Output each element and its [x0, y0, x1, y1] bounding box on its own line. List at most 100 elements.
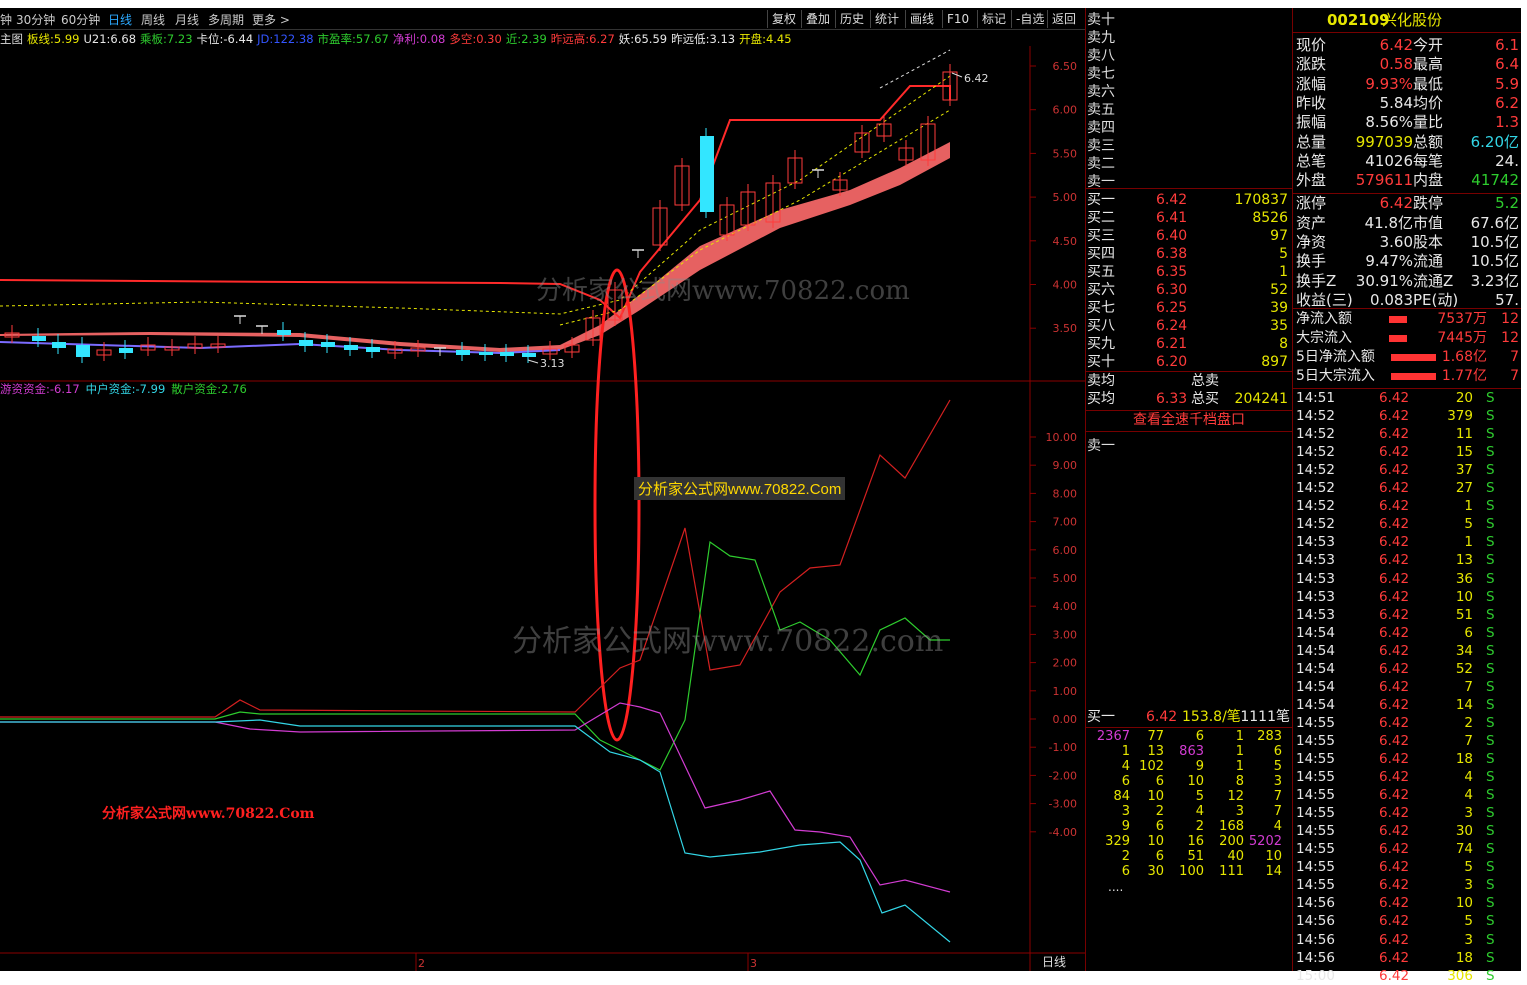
- buy-level-price: 6.38: [1156, 246, 1188, 262]
- quote-row: 涨跌 0.58 最高 6.4: [1293, 55, 1521, 73]
- quote-value: 41026: [1365, 151, 1413, 170]
- candle-down: [299, 340, 313, 346]
- tick-volume: 51: [1455, 606, 1473, 623]
- main-chart-label: 主图: [0, 32, 23, 46]
- period-tab-4[interactable]: 周线: [141, 11, 165, 28]
- queue-cell: 6: [1121, 864, 1130, 879]
- quote-row: 总量 997039 总额 6.20亿: [1293, 133, 1521, 151]
- candle-down: [344, 345, 358, 350]
- full-depth-link[interactable]: 查看全速千档盘口: [1086, 411, 1292, 429]
- tick-price: 6.42: [1379, 805, 1410, 822]
- kline-chart-svg[interactable]: 6.50 6.00 5.50 5.00 4.50 4.00 3.50 10.00 9.00 8.0…: [0, 8, 1085, 971]
- indicator-value: 57.67: [355, 32, 389, 46]
- quote-label: 涨幅: [1296, 74, 1327, 93]
- tick-side: S: [1486, 642, 1495, 659]
- period-tab-2[interactable]: 60分钟: [61, 11, 100, 28]
- chart-area[interactable]: 6.50 6.00 5.50 5.00 4.50 4.00 3.50 10.00 9.00 8.0…: [0, 8, 1085, 971]
- period-tab-1[interactable]: 30分钟: [16, 11, 55, 28]
- quote-value: 67.6亿: [1470, 213, 1519, 232]
- tick-row: 14:54 6.42 14 S: [1293, 696, 1521, 714]
- indicator-item: 乘板:7.23: [140, 32, 192, 46]
- buy-one-label: 买一: [1087, 709, 1115, 725]
- sub-tick-label: 8.00: [1053, 487, 1078, 500]
- tick-side: S: [1486, 751, 1495, 767]
- toolbar-button-3[interactable]: 统计: [870, 10, 903, 28]
- toolbar-button-6[interactable]: 标记: [977, 10, 1010, 28]
- queue-cell: 84: [1113, 789, 1130, 804]
- tick-row: 14:55 6.42 3 S: [1293, 876, 1521, 894]
- tick-volume: 15: [1455, 444, 1473, 461]
- tick-price: 6.42: [1379, 913, 1410, 930]
- queue-cell: 283: [1257, 729, 1282, 744]
- buy-one-count: 1111笔: [1240, 709, 1290, 725]
- toolbar-button-0[interactable]: 复权: [767, 10, 800, 28]
- buy-level-label: 买五: [1087, 264, 1115, 280]
- tick-row: 14:54 6.42 52 S: [1293, 660, 1521, 678]
- indicator-label: 乘板:: [140, 32, 167, 46]
- toolbar-button-8[interactable]: 返回: [1047, 10, 1080, 28]
- queue-cell: 14: [1265, 864, 1282, 879]
- queue-cell: 2367: [1096, 729, 1130, 744]
- sub-tick-label: -1.00: [1049, 741, 1077, 754]
- candle-down: [32, 336, 46, 341]
- queue-cell: 10: [1187, 774, 1204, 789]
- tick-row: 14:53 6.42 1 S: [1293, 533, 1521, 551]
- queue-cell: 7: [1273, 789, 1282, 804]
- youzi-magenta-line: [0, 702, 951, 893]
- quote-value: 0.58: [1379, 55, 1413, 74]
- indicator-item: 开盘:4.45: [739, 32, 791, 46]
- tick-time: 14:54: [1296, 696, 1335, 713]
- queue-cell: 51: [1187, 849, 1204, 864]
- tick-time: 14:55: [1296, 877, 1335, 894]
- quote-row: 昨收 5.84 均价 6.2: [1293, 94, 1521, 112]
- period-tab-0[interactable]: 钟: [0, 11, 12, 28]
- buy-level: 买九 6.21 8: [1086, 335, 1292, 353]
- indicator-label: 近:: [505, 32, 522, 46]
- flow-label: 大宗流入: [1296, 330, 1352, 346]
- sell-average-row: 卖均 总卖: [1086, 372, 1292, 390]
- quote-row: 涨停 6.42 跌停 5.2: [1293, 194, 1521, 212]
- buy-level-volume: 170837: [1234, 192, 1288, 208]
- indicator-value: 3.13: [709, 32, 736, 46]
- toolbar-button-2[interactable]: 历史: [835, 10, 868, 28]
- tick-row: 14:54 6.42 6 S: [1293, 624, 1521, 642]
- period-tab-3[interactable]: 日线: [108, 11, 132, 28]
- period-tab-5[interactable]: 月线: [175, 11, 199, 28]
- candle-down: [277, 330, 291, 335]
- period-tab-6[interactable]: 多周期: [208, 11, 244, 28]
- sub-tick-label: -3.00: [1049, 798, 1077, 811]
- tick-time: 14:55: [1296, 714, 1335, 731]
- total-buy-label: 总买: [1191, 391, 1219, 407]
- toolbar-button-7[interactable]: -自选: [1011, 10, 1048, 28]
- tick-price: 6.42: [1379, 606, 1410, 623]
- date-mark: 2: [418, 957, 425, 970]
- tick-row: 14:56 6.42 18 S: [1293, 949, 1521, 967]
- buy-level-label: 买二: [1087, 210, 1115, 226]
- indicator-item: 昨远高:6.27: [551, 32, 615, 46]
- tick-row: 14:55 6.42 74 S: [1293, 840, 1521, 858]
- tick-volume: 1: [1464, 498, 1473, 515]
- toolbar-button-5[interactable]: F10: [942, 10, 973, 28]
- tick-time: 14:55: [1296, 751, 1335, 767]
- buy-level-volume: 35: [1270, 318, 1288, 334]
- buy-level-price: 6.35: [1156, 264, 1188, 280]
- tick-price: 6.42: [1379, 931, 1410, 948]
- queue-cell: 2: [1195, 819, 1204, 834]
- sub-tick-label: -4.00: [1049, 826, 1077, 839]
- period-tab-7[interactable]: 更多 >: [252, 11, 290, 28]
- quote-value: 10.5亿: [1470, 233, 1519, 251]
- toolbar-button-4[interactable]: 画线: [905, 10, 938, 28]
- quote-label: 收益(三): [1296, 290, 1353, 309]
- queue-cell: 5: [1195, 789, 1204, 804]
- tick-price: 6.42: [1379, 895, 1410, 912]
- queue-more: ....: [1108, 880, 1124, 894]
- toolbar-button-1[interactable]: 叠加: [801, 10, 834, 28]
- price-tick-label: 5.50: [1053, 147, 1078, 160]
- buy-level: 买五 6.35 1: [1086, 263, 1292, 281]
- tick-price: 6.42: [1379, 408, 1410, 425]
- quote-value: 579611: [1355, 171, 1413, 190]
- quote-value: 10.5亿: [1470, 252, 1519, 271]
- tick-price: 6.42: [1379, 552, 1410, 569]
- tick-time: 14:52: [1296, 426, 1335, 443]
- tick-row: 14:52 6.42 15 S: [1293, 443, 1521, 461]
